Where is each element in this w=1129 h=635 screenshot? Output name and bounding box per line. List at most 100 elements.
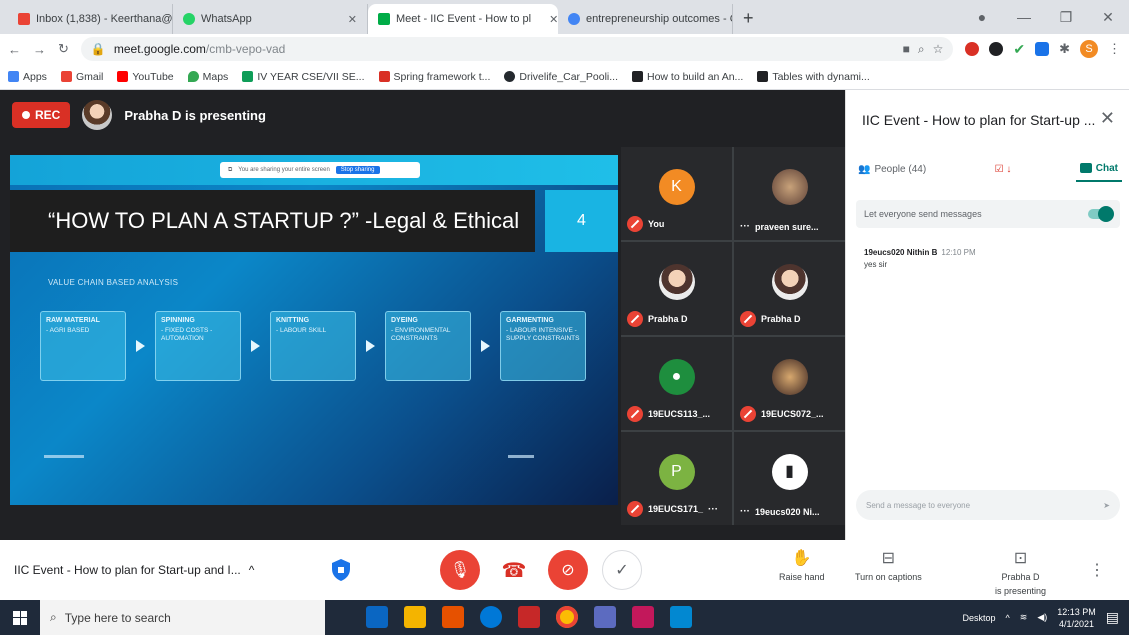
- lock-icon: 🔒: [90, 42, 106, 56]
- mail-icon[interactable]: [632, 606, 654, 628]
- chat-permission-row: Let everyone send messages: [856, 200, 1120, 228]
- tab-whatsapp[interactable]: WhatsApp ✕: [173, 4, 368, 34]
- edge-icon[interactable]: [480, 606, 502, 628]
- participant-tile[interactable]: ▮ ··· 19eucs020 Ni...: [734, 432, 845, 525]
- participant-tile[interactable]: 19EUCS072_...: [734, 337, 845, 430]
- url-path: /cmb-vepo-vad: [205, 42, 286, 56]
- menu-icon[interactable]: ⋮: [1108, 41, 1121, 57]
- bookmark-drivelife[interactable]: Drivelife_Car_Pooli...: [504, 71, 618, 83]
- classroom-icon: [242, 71, 254, 82]
- taskbar-search[interactable]: ⌕ Type here to search: [40, 600, 325, 635]
- clock[interactable]: 12:13 PM 4/1/2021: [1057, 606, 1096, 630]
- desktop-toolbar[interactable]: Desktop: [963, 613, 996, 623]
- presenting-text: Prabha D is presenting: [124, 107, 266, 123]
- whatsapp-icon: [183, 13, 195, 25]
- mic-off-icon: [627, 216, 643, 232]
- mic-toggle-button[interactable]: 🎙: [440, 550, 480, 590]
- participant-tile[interactable]: Prabha D: [734, 242, 845, 335]
- bookmark-iv-year[interactable]: IV YEAR CSE/VII SE...: [242, 71, 365, 83]
- bookmark-gmail[interactable]: Gmail: [60, 71, 103, 83]
- office-icon[interactable]: [442, 606, 464, 628]
- stop-sharing-button[interactable]: Stop sharing: [335, 166, 380, 174]
- chrome-icon[interactable]: [556, 606, 578, 628]
- new-tab-button[interactable]: +: [733, 4, 764, 34]
- participant-tile[interactable]: ··· praveen sure...: [734, 147, 845, 240]
- extension-icon[interactable]: [989, 42, 1004, 56]
- participant-tile[interactable]: K You: [621, 147, 732, 240]
- send-icon[interactable]: ➤: [1103, 501, 1110, 510]
- extension-icon[interactable]: [1035, 42, 1050, 56]
- let-everyone-send-toggle[interactable]: [1088, 206, 1114, 222]
- screen: Inbox (1,838) - Keerthana@ukon... ✕ What…: [0, 0, 1129, 635]
- done-button[interactable]: ✓: [602, 550, 642, 590]
- bookmark-tables[interactable]: Tables with dynami...: [757, 71, 870, 83]
- slide-number: 4: [545, 190, 618, 252]
- maximize-icon[interactable]: ❐: [1045, 9, 1087, 26]
- presenting-button[interactable]: ⊡ Prabha D is presenting: [995, 548, 1046, 596]
- tab-google-search[interactable]: entrepreneurship outcomes - Go... ✕: [558, 4, 733, 34]
- participant-tile[interactable]: P 19EUCS171_ ···: [621, 432, 732, 525]
- bookmark-spring[interactable]: Spring framework t...: [378, 71, 490, 83]
- puzzle-icon[interactable]: ✱: [1059, 41, 1070, 57]
- profile-avatar[interactable]: S: [1080, 40, 1098, 58]
- participant-tile[interactable]: ● 19EUCS113_...: [621, 337, 732, 430]
- captions-button[interactable]: ⊟ Turn on captions: [855, 548, 922, 582]
- star-icon[interactable]: ☆: [933, 42, 944, 56]
- bookmark-apps[interactable]: Apps: [8, 71, 47, 83]
- file-explorer-icon[interactable]: [404, 606, 426, 628]
- close-tab-icon[interactable]: ✕: [549, 13, 558, 26]
- back-icon[interactable]: ←: [8, 42, 21, 57]
- app-icon[interactable]: [366, 606, 388, 628]
- tab-chat[interactable]: Chat: [1075, 157, 1122, 182]
- meet-control-bar: IIC Event - How to plan for Start-up and…: [0, 540, 1129, 600]
- participant-avatar: [771, 359, 808, 395]
- close-panel-icon[interactable]: ✕: [1100, 108, 1115, 129]
- minimize-icon[interactable]: —: [1003, 9, 1045, 25]
- chat-input[interactable]: Send a message to everyone ➤: [856, 490, 1120, 520]
- maps-icon: [187, 71, 199, 82]
- window-controls: ● — ❐ ✕: [961, 0, 1129, 34]
- omnibox[interactable]: 🔒 meet.google.com/cmb-vepo-vad ■ ⌕ ☆: [80, 37, 954, 61]
- leave-call-button[interactable]: ☎: [494, 550, 534, 590]
- profile-icon[interactable]: ●: [961, 9, 1003, 25]
- chevron-up-icon[interactable]: ^: [249, 563, 255, 577]
- check-icon[interactable]: ✔: [1013, 41, 1025, 58]
- tab-gmail[interactable]: Inbox (1,838) - Keerthana@ukon... ✕: [8, 4, 173, 34]
- tab-activities[interactable]: ☑ ↓: [991, 158, 1016, 181]
- activities-icon: ☑ ↓: [994, 163, 1012, 175]
- notifications-icon[interactable]: ▤: [1106, 609, 1119, 626]
- participant-tile[interactable]: Prabha D: [621, 242, 732, 335]
- close-window-icon[interactable]: ✕: [1087, 9, 1129, 26]
- start-button[interactable]: [0, 600, 40, 635]
- chevron-up-icon[interactable]: ^: [1006, 613, 1010, 623]
- extension-icon[interactable]: [965, 42, 980, 56]
- network-icon[interactable]: ≋: [1020, 612, 1028, 623]
- more-options-icon[interactable]: ⋮: [1089, 560, 1105, 580]
- mic-off-icon: [627, 311, 643, 327]
- more-options-icon[interactable]: ···: [708, 504, 718, 515]
- meeting-title[interactable]: IIC Event - How to plan for Start-up and…: [14, 563, 254, 577]
- zoom-icon[interactable]: ⌕: [918, 42, 925, 57]
- close-tab-icon[interactable]: ✕: [348, 13, 357, 26]
- shield-icon[interactable]: [330, 558, 352, 582]
- bookmark-build[interactable]: How to build an An...: [632, 71, 743, 83]
- tab-people[interactable]: 👥 People (44): [854, 158, 930, 181]
- people-icon: 👥: [858, 163, 871, 175]
- tab-meet[interactable]: Meet - IIC Event - How to pl ✕: [368, 4, 558, 34]
- bookmark-youtube[interactable]: YouTube: [117, 71, 174, 83]
- camera-toggle-button[interactable]: ⊘: [548, 550, 588, 590]
- app-icon[interactable]: [594, 606, 616, 628]
- forward-icon[interactable]: →: [33, 42, 46, 57]
- raise-hand-button[interactable]: ✋ Raise hand: [779, 548, 825, 582]
- app-icon[interactable]: [518, 606, 540, 628]
- camera-icon[interactable]: ■: [903, 42, 910, 56]
- page-icon: [632, 71, 643, 82]
- reload-icon[interactable]: ↻: [58, 41, 69, 57]
- bookmark-maps[interactable]: Maps: [187, 71, 228, 83]
- volume-icon[interactable]: ◀): [1037, 612, 1047, 623]
- more-options-icon[interactable]: ···: [740, 506, 750, 517]
- store-icon[interactable]: [670, 606, 692, 628]
- recording-badge: REC: [12, 102, 71, 128]
- youtube-icon: [117, 71, 129, 82]
- more-options-icon[interactable]: ···: [740, 221, 750, 232]
